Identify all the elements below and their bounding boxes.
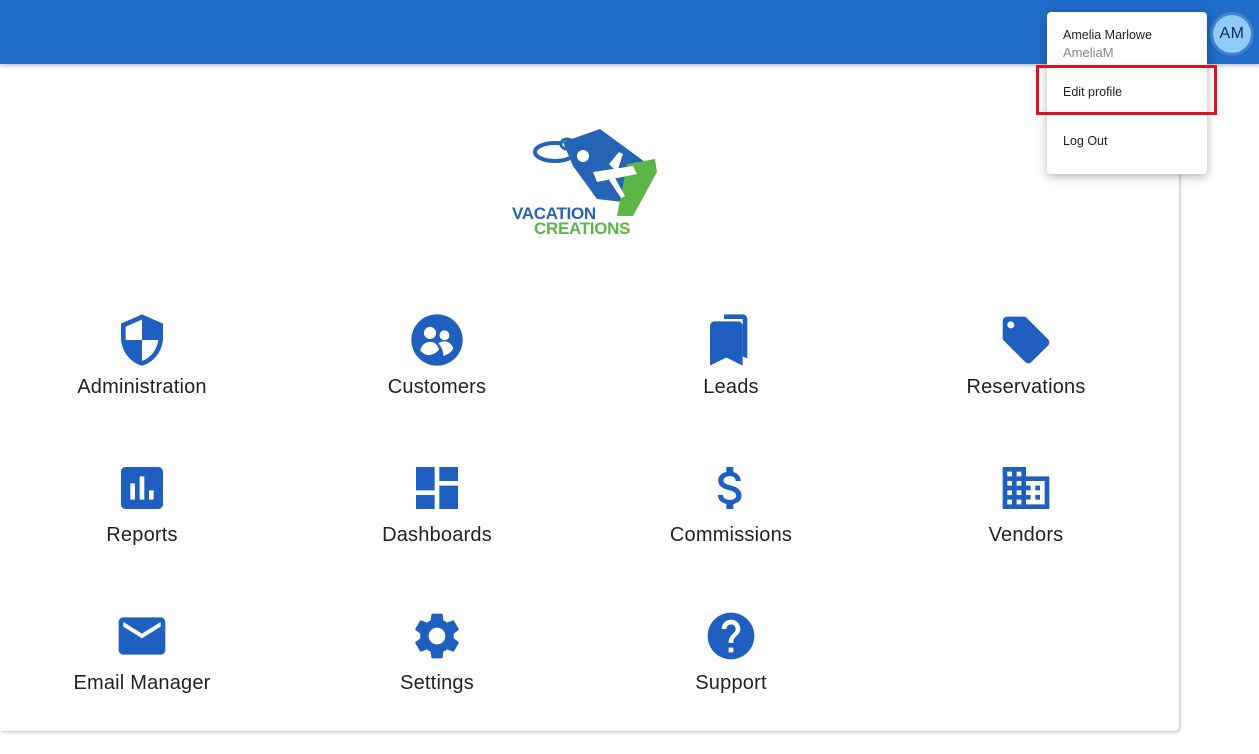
shield-icon <box>121 314 163 366</box>
tile-label: Dashboards <box>382 524 492 546</box>
tile-label: Support <box>695 672 767 694</box>
tile-label: Leads <box>703 376 759 398</box>
help-icon <box>707 612 755 660</box>
dashboard-icon <box>416 467 458 509</box>
tile-label: Settings <box>400 672 474 694</box>
tile-email-manager[interactable]: Email Manager <box>22 608 262 718</box>
edit-profile-menu-item[interactable]: Edit profile <box>1047 72 1207 112</box>
email-icon <box>118 617 166 655</box>
tile-label: Administration <box>77 376 207 398</box>
tile-label: Commissions <box>669 524 793 546</box>
tile-dashboards[interactable]: Dashboards <box>317 460 557 570</box>
avatar-initials: AM <box>1219 25 1245 42</box>
building-icon <box>1002 467 1050 509</box>
tag-icon <box>1002 316 1050 364</box>
tile-administration[interactable]: Administration <box>22 312 262 422</box>
bar-chart-icon <box>121 467 163 509</box>
tile-leads[interactable]: Leads <box>611 312 851 422</box>
menu-item-label: Log Out <box>1063 134 1108 148</box>
user-login-name: AmeliaM <box>1063 45 1114 60</box>
tile-support[interactable]: Support <box>611 608 851 718</box>
log-out-menu-item[interactable]: Log Out <box>1047 121 1207 161</box>
tile-customers[interactable]: Customers <box>317 312 557 422</box>
tile-label: Vendors <box>988 524 1064 546</box>
tile-commissions[interactable]: Commissions <box>611 460 851 570</box>
menu-item-label: Edit profile <box>1063 85 1123 99</box>
tile-settings[interactable]: Settings <box>317 608 557 718</box>
people-circle-icon <box>411 314 463 366</box>
tile-label: Reservations <box>966 376 1086 398</box>
user-avatar-button[interactable]: AM <box>1213 15 1251 53</box>
dollar-icon <box>717 467 742 509</box>
tile-reports[interactable]: Reports <box>22 460 262 570</box>
tile-label: Email Manager <box>73 672 211 694</box>
user-menu: Amelia Marlowe AmeliaM Edit profile Log … <box>1047 12 1207 174</box>
logo-text-creations: CREATIONS <box>534 219 631 238</box>
user-display-name: Amelia Marlowe <box>1063 28 1152 42</box>
tile-reservations[interactable]: Reservations <box>906 312 1146 422</box>
bookmarks-icon <box>710 314 748 366</box>
tile-label: Customers <box>387 376 487 398</box>
tile-vendors[interactable]: Vendors <box>906 460 1146 570</box>
gear-icon <box>415 613 459 659</box>
tile-label: Reports <box>106 524 178 546</box>
